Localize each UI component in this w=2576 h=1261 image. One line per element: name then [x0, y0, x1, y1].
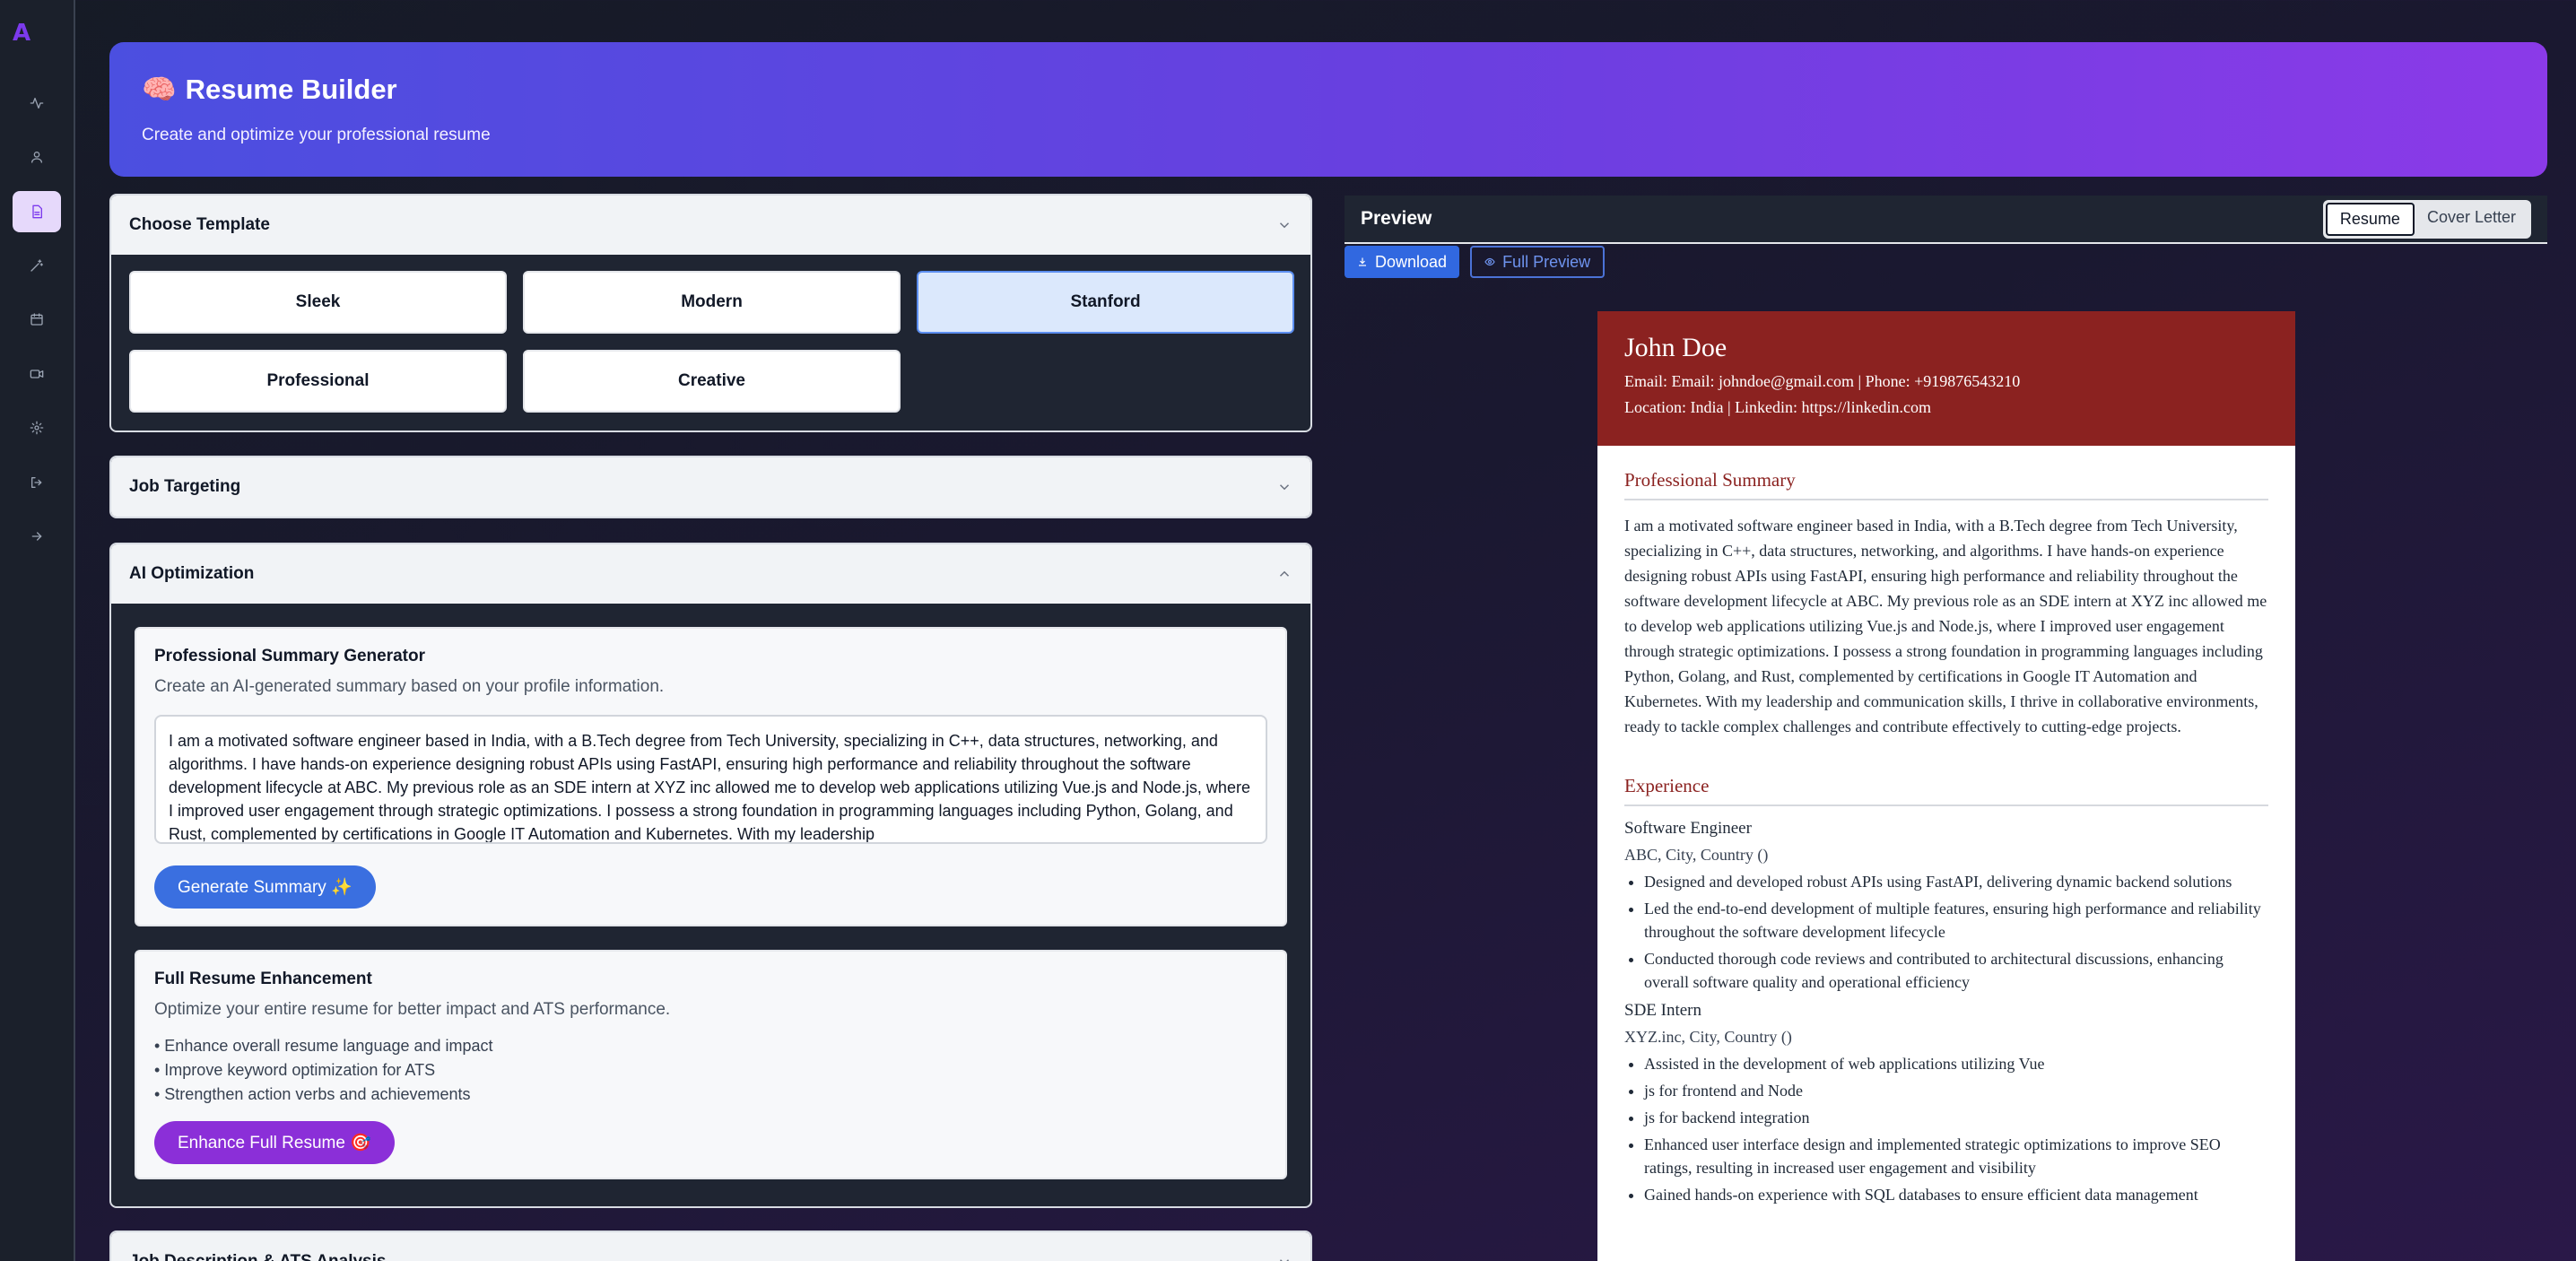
eye-icon — [1484, 257, 1495, 266]
choose-template-panel: Choose Template Sleek Modern Stanford Pr… — [109, 194, 1312, 432]
job-company: ABC, City, Country () — [1624, 846, 1769, 864]
preview-tab-toggle: Resume Cover Letter — [2322, 199, 2531, 239]
section-title-summary: Professional Summary — [1624, 469, 2268, 500]
template-professional[interactable]: Professional — [129, 350, 507, 413]
brain-icon: 🧠 — [142, 74, 177, 105]
sidebar-item-resume[interactable] — [13, 191, 61, 232]
sidebar-item-profile[interactable] — [13, 136, 61, 178]
preview-actions: Download Full Preview — [1345, 246, 1606, 278]
full-enhancement-description: Optimize your entire resume for better i… — [154, 1000, 671, 1019]
job-title: Software Engineer — [1624, 819, 1752, 838]
choose-template-header[interactable]: Choose Template — [111, 196, 1310, 255]
document-icon — [32, 204, 42, 219]
sidebar-item-logout[interactable] — [13, 462, 61, 503]
sidebar-item-ai-tools[interactable] — [13, 245, 61, 286]
full-preview-button[interactable]: Full Preview — [1470, 246, 1606, 278]
chevron-down-icon — [1276, 217, 1292, 233]
download-label: Download — [1375, 252, 1448, 271]
preview-title: Preview — [1361, 208, 1432, 229]
ai-optimization-title: AI Optimization — [129, 564, 255, 583]
page-title-text: Resume Builder — [185, 73, 397, 105]
chevron-up-icon — [1276, 566, 1292, 582]
list-item: Enhanced user interface design and imple… — [1644, 1133, 2268, 1179]
summary-generator-title: Professional Summary Generator — [154, 647, 425, 665]
jd-ats-header[interactable]: Job Description & ATS Analysis — [111, 1232, 1310, 1261]
full-preview-label: Full Preview — [1502, 252, 1591, 271]
sidebar-item-settings[interactable] — [13, 407, 61, 448]
calendar-icon — [30, 313, 43, 326]
list-item: Gained hands-on experience with SQL data… — [1644, 1183, 2268, 1206]
choose-template-title: Choose Template — [129, 215, 270, 234]
resume-name: John Doe — [1624, 333, 1727, 362]
list-item: js for frontend and Node — [1644, 1079, 2268, 1102]
summary-generator-card: Professional Summary Generator Create an… — [135, 627, 1287, 926]
page-subtitle: Create and optimize your professional re… — [142, 126, 491, 144]
template-sleek[interactable]: Sleek — [129, 271, 507, 334]
app-logo[interactable]: A — [13, 20, 30, 47]
full-enhancement-card: Full Resume Enhancement Optimize your en… — [135, 950, 1287, 1179]
enhance-full-resume-button[interactable]: Enhance Full Resume 🎯 — [154, 1121, 395, 1164]
summary-textarea[interactable]: I am a motivated software engineer based… — [154, 715, 1267, 844]
template-modern[interactable]: Modern — [523, 271, 901, 334]
resume-summary: I am a motivated software engineer based… — [1624, 517, 2267, 735]
list-item: Designed and developed robust APIs using… — [1644, 870, 2268, 893]
ai-optimization-header[interactable]: AI Optimization — [111, 544, 1310, 604]
logout-icon — [31, 477, 42, 488]
list-item: js for backend integration — [1644, 1106, 2268, 1129]
video-icon — [30, 370, 44, 378]
preview-header: Preview Resume Cover Letter — [1345, 196, 2547, 244]
tab-resume[interactable]: Resume — [2325, 202, 2415, 236]
sidebar: A — [0, 0, 75, 1261]
enhancement-bullet: • Improve keyword optimization for ATS — [154, 1061, 436, 1079]
activity-icon — [30, 98, 44, 109]
list-item: Conducted thorough code reviews and cont… — [1644, 947, 2268, 994]
ai-optimization-panel: AI Optimization Professional Summary Gen… — [109, 543, 1312, 1208]
chevron-down-icon — [1276, 479, 1292, 495]
template-stanford[interactable]: Stanford — [917, 271, 1294, 334]
summary-generator-description: Create an AI-generated summary based on … — [154, 677, 665, 696]
sidebar-item-interview[interactable] — [13, 353, 61, 395]
resume-document: John Doe Email: Email: johndoe@gmail.com… — [1597, 311, 2295, 1261]
chevron-down-icon — [1276, 1254, 1292, 1261]
resume-contact-line: Email: Email: johndoe@gmail.com | Phone:… — [1624, 372, 2021, 390]
job-targeting-title: Job Targeting — [129, 477, 241, 496]
download-icon — [1359, 257, 1366, 266]
section-title-experience: Experience — [1624, 775, 2268, 806]
sidebar-item-calendar[interactable] — [13, 299, 61, 340]
job-targeting-panel: Job Targeting — [109, 456, 1312, 518]
enhancement-bullet: • Enhance overall resume language and im… — [154, 1037, 493, 1055]
job-bullets: Designed and developed robust APIs using… — [1624, 870, 2268, 994]
template-creative[interactable]: Creative — [523, 350, 901, 413]
enhancement-bullet: • Strengthen action verbs and achievemen… — [154, 1085, 471, 1103]
resume-body: Professional Summary I am a motivated so… — [1597, 446, 2295, 1230]
download-button[interactable]: Download — [1345, 246, 1460, 278]
page-title: 🧠 Resume Builder — [142, 73, 2515, 106]
list-item: Assisted in the development of web appli… — [1644, 1052, 2268, 1075]
tab-cover-letter[interactable]: Cover Letter — [2415, 203, 2528, 236]
job-bullets: Assisted in the development of web appli… — [1624, 1052, 2268, 1206]
job-title: SDE Intern — [1624, 1001, 1702, 1020]
jd-ats-title: Job Description & ATS Analysis — [129, 1252, 386, 1261]
enhancement-bullets: • Enhance overall resume language and im… — [154, 1034, 1267, 1107]
resume-contact-line: Location: India | Linkedin: https://link… — [1624, 398, 1932, 416]
sidebar-item-activity[interactable] — [13, 83, 61, 124]
user-icon — [31, 152, 42, 163]
generate-summary-button[interactable]: Generate Summary ✨ — [154, 865, 376, 909]
template-grid: Sleek Modern Stanford Professional Creat… — [111, 255, 1310, 430]
arrow-right-icon — [31, 532, 42, 541]
page-header: 🧠 Resume Builder Create and optimize you… — [109, 42, 2547, 177]
jd-ats-panel: Job Description & ATS Analysis — [109, 1231, 1312, 1261]
sidebar-item-expand[interactable] — [13, 516, 61, 557]
settings-icon — [30, 421, 44, 435]
job-company: XYZ.inc, City, Country () — [1624, 1028, 1792, 1046]
job-targeting-header[interactable]: Job Targeting — [111, 457, 1310, 517]
resume-header: John Doe Email: Email: johndoe@gmail.com… — [1597, 311, 2295, 446]
magic-wand-icon — [30, 259, 43, 272]
full-enhancement-title: Full Resume Enhancement — [154, 970, 372, 988]
list-item: Led the end-to-end development of multip… — [1644, 897, 2268, 944]
